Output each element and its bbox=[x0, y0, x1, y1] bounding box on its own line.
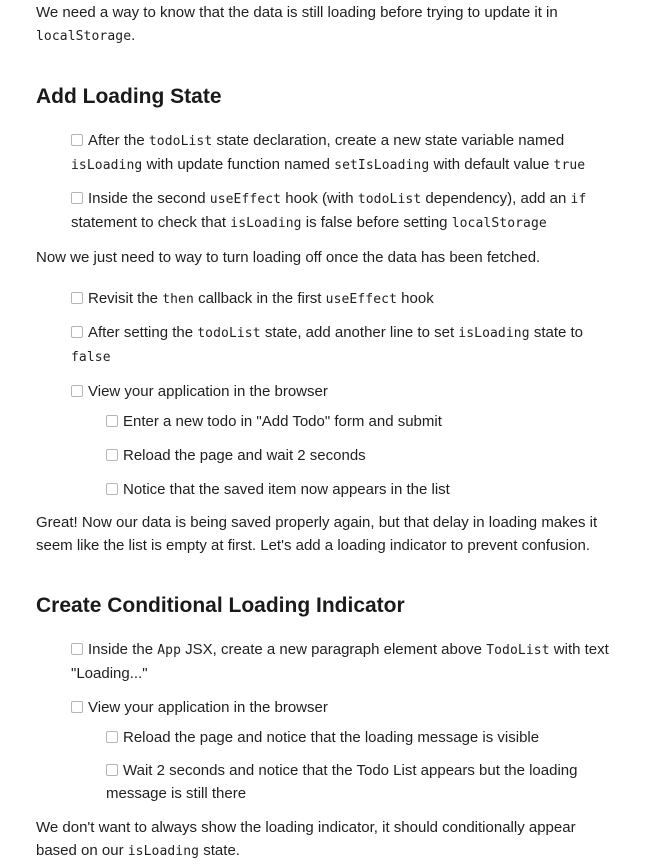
paragraph-line: seem like the list is empty at first. Le… bbox=[36, 537, 590, 554]
checklist-item: After setting the todoList state, add an… bbox=[71, 321, 651, 369]
item-text: Wait 2 seconds and notice that the Todo … bbox=[123, 762, 578, 779]
intro-text: We need a way to know that the data is s… bbox=[36, 4, 558, 21]
item-code: todoList bbox=[148, 134, 213, 149]
item-code: setIsLoading bbox=[334, 158, 430, 173]
item-text: "Loading..." bbox=[71, 665, 148, 682]
item-text: Enter a new todo in "Add Todo" form and … bbox=[123, 413, 442, 430]
document-page: We need a way to know that the data is s… bbox=[0, 0, 671, 866]
item-text: Inside the second bbox=[88, 190, 206, 207]
checkbox[interactable] bbox=[71, 643, 83, 655]
item-code: if bbox=[570, 192, 587, 207]
item-code: useEffect bbox=[209, 192, 282, 207]
item-text: with text bbox=[553, 641, 609, 658]
item-text: JSX, create a new paragraph element abov… bbox=[185, 641, 483, 658]
paragraph-text: based on our bbox=[36, 842, 124, 859]
section-title-create-conditional-loading-indicator: Create Conditional Loading Indicator bbox=[36, 594, 405, 617]
checkbox[interactable] bbox=[71, 701, 83, 713]
item-text: hook (with bbox=[285, 190, 354, 207]
checkbox[interactable] bbox=[106, 731, 118, 743]
checklist-item: Revisit the then callback in the first u… bbox=[71, 287, 651, 311]
item-text: Reload the page and wait 2 seconds bbox=[123, 447, 366, 464]
checklist-item: Inside the second useEffect hook (with t… bbox=[71, 187, 651, 235]
item-code: isLoading bbox=[458, 326, 530, 341]
paragraph-code: isLoading bbox=[127, 844, 200, 859]
paragraph: Now we just need to way to turn loading … bbox=[36, 249, 541, 266]
checkbox[interactable] bbox=[71, 134, 83, 146]
paragraph: Great! Now our data is being saved prope… bbox=[36, 511, 656, 557]
checklist-subitem: Enter a new todo in "Add Todo" form and … bbox=[106, 410, 651, 433]
item-code: useEffect bbox=[325, 292, 397, 307]
checkbox[interactable] bbox=[106, 449, 118, 461]
checklist-subitem: Wait 2 seconds and notice that the Todo … bbox=[106, 759, 651, 805]
checklist-item: Inside the App JSX, create a new paragra… bbox=[71, 638, 661, 685]
item-text: with update function named bbox=[146, 156, 330, 173]
checklist-item: After the todoList state declaration, cr… bbox=[71, 129, 651, 177]
checkbox[interactable] bbox=[106, 415, 118, 427]
checklist-item: View your application in the browser bbox=[71, 380, 651, 403]
paragraph-line: Great! Now our data is being saved prope… bbox=[36, 514, 598, 531]
paragraph: We don't want to always show the loading… bbox=[36, 816, 656, 863]
item-text: View your application in the browser bbox=[88, 383, 328, 400]
item-text: Reload the page and notice that the load… bbox=[123, 729, 540, 746]
item-text: Revisit the bbox=[88, 290, 159, 307]
item-text: with default value bbox=[433, 156, 550, 173]
item-text: hook bbox=[401, 290, 434, 307]
checklist-subitem: Notice that the saved item now appears i… bbox=[106, 478, 651, 501]
item-text: View your application in the browser bbox=[88, 699, 328, 716]
item-text: statement to check that bbox=[71, 214, 227, 231]
section-title-add-loading-state: Add Loading State bbox=[36, 85, 222, 108]
item-text: state to bbox=[533, 324, 584, 341]
item-code: todoList bbox=[197, 326, 261, 341]
item-code: false bbox=[71, 350, 111, 365]
item-text: dependency), add an bbox=[425, 190, 567, 207]
item-text: state declaration, create a new state va… bbox=[216, 132, 565, 149]
intro-end: . bbox=[131, 27, 136, 44]
checkbox[interactable] bbox=[71, 385, 83, 397]
item-text: callback in the first bbox=[198, 290, 322, 307]
item-code: then bbox=[162, 292, 194, 307]
item-code: true bbox=[553, 158, 586, 173]
checklist-item: View your application in the browser bbox=[71, 696, 651, 719]
item-text: Notice that the saved item now appears i… bbox=[123, 481, 450, 498]
intro-paragraph: We need a way to know that the data is s… bbox=[36, 1, 656, 48]
item-code: TodoList bbox=[486, 643, 550, 658]
paragraph-line: We don't want to always show the loading… bbox=[36, 819, 576, 836]
item-text: state, add another line to set bbox=[264, 324, 455, 341]
checkbox[interactable] bbox=[106, 764, 118, 776]
paragraph-text: state. bbox=[203, 842, 240, 859]
checkbox[interactable] bbox=[71, 192, 83, 204]
item-text: is false before setting bbox=[305, 214, 448, 231]
item-code: todoList bbox=[357, 192, 422, 207]
item-code: isLoading bbox=[71, 158, 143, 173]
intro-code: localStorage bbox=[36, 29, 132, 44]
item-text: message is still there bbox=[106, 785, 247, 802]
item-code: App bbox=[157, 643, 181, 658]
checklist-subitem: Reload the page and notice that the load… bbox=[106, 726, 651, 749]
checkbox[interactable] bbox=[71, 326, 83, 338]
item-text: After the bbox=[88, 132, 145, 149]
item-text: Inside the bbox=[88, 641, 154, 658]
checklist-subitem: Reload the page and wait 2 seconds bbox=[106, 444, 651, 467]
checkbox[interactable] bbox=[106, 483, 118, 495]
item-code: localStorage bbox=[451, 216, 547, 231]
checkbox[interactable] bbox=[71, 292, 83, 304]
item-code: isLoading bbox=[230, 216, 302, 231]
item-text: After setting the bbox=[88, 324, 194, 341]
